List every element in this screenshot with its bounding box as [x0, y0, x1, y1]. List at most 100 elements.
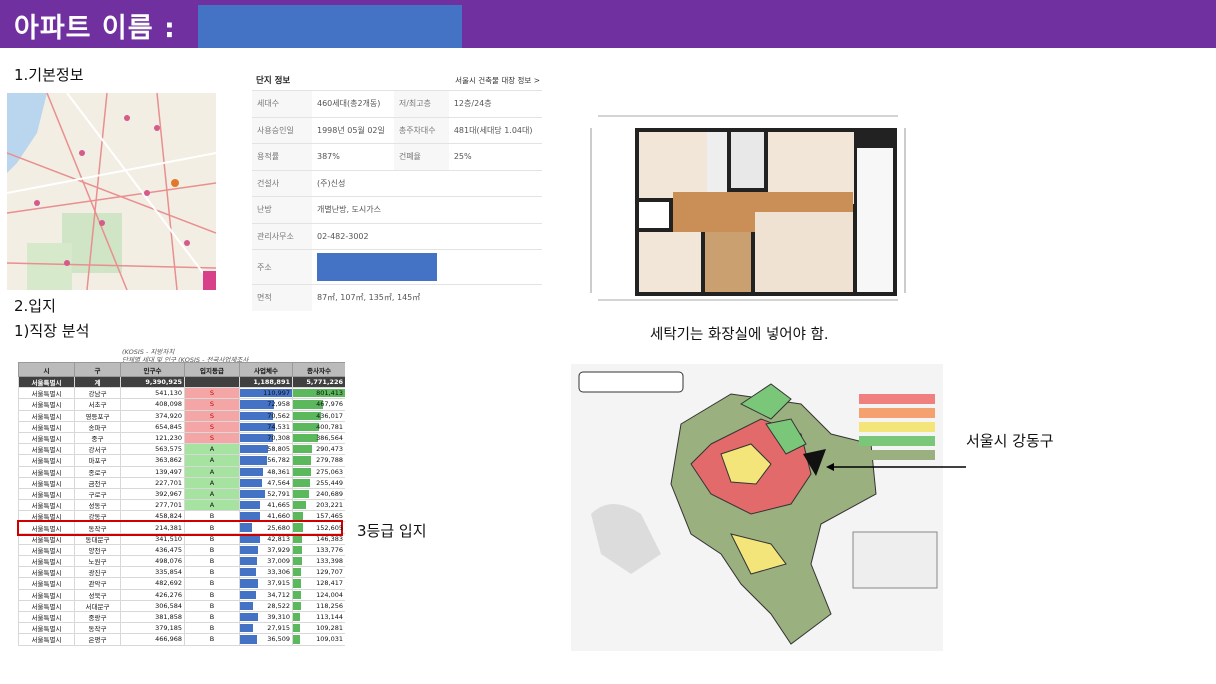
cell-text: 서울특별시 — [31, 513, 62, 522]
employee-count-bar — [293, 501, 307, 510]
cell-text: 서울특별시 — [31, 636, 62, 645]
cell-text: 374,920 — [155, 411, 182, 420]
column-header: 시 — [18, 362, 75, 377]
table-cell: 중구 — [74, 431, 121, 445]
table-cell: 구로구 — [74, 487, 121, 501]
info-key: 건설사 — [252, 169, 312, 197]
cell-text: B — [209, 534, 215, 543]
column-header: 입지등급 — [184, 362, 240, 377]
employee-count-bar — [293, 624, 301, 633]
cell-text: 37,009 — [267, 557, 290, 566]
table-cell: 255,449 — [292, 476, 345, 489]
table-cell: 408,098 — [120, 398, 185, 411]
cell-text: B — [209, 601, 215, 610]
cell-text: 금천구 — [88, 479, 107, 488]
address-value — [312, 249, 542, 285]
business-count-bar — [240, 478, 263, 487]
cell-text: 서울특별시 — [31, 401, 62, 410]
cell-text: 563,575 — [155, 445, 182, 454]
employee-count-bar — [293, 433, 319, 443]
table-cell: 서울특별시 — [18, 409, 75, 422]
table-body: 서울특별시 계 9,390,925 1,188,891 5,771,226 서울특별시 강남… — [18, 375, 345, 646]
cell-text: 서울특별시 — [31, 479, 62, 488]
table-cell: 서울특별시 — [18, 375, 75, 389]
cell-text: 400,781 — [316, 422, 343, 431]
table-cell: 379,185 — [120, 622, 185, 635]
employee-count-bar — [293, 601, 301, 610]
table-cell: 41,665 — [239, 499, 293, 512]
table-row: 서울특별시 중구 121,230 S 70,308 386,564 — [18, 431, 345, 445]
table-cell: 마포구 — [74, 454, 121, 467]
table-cell: 계 — [74, 375, 121, 389]
table-row: 서울특별시 금천구 227,701 A 47,564 255,449 — [18, 476, 345, 489]
column-header: 구 — [74, 362, 121, 377]
cell-text: 436,017 — [316, 411, 343, 420]
employee-count-bar — [293, 635, 301, 644]
cell-text: 37,929 — [267, 545, 290, 554]
business-count-bar — [240, 635, 258, 644]
table-cell: 110,997 — [239, 387, 293, 400]
cell-text: 서울특별시 — [31, 625, 62, 634]
table-cell: 47,564 — [239, 476, 293, 489]
cell-text: 서울특별시 — [31, 390, 62, 399]
cell-text: 강서구 — [88, 446, 107, 455]
title-bar — [0, 0, 1216, 48]
cell-text: 74,531 — [267, 422, 290, 431]
table-row: 서울특별시 영등포구 374,920 S 70,562 436,017 — [18, 409, 345, 422]
cell-text: 255,449 — [316, 478, 343, 487]
table-cell: 27,915 — [239, 622, 293, 635]
info-value: 387% — [312, 143, 394, 170]
table-cell: 801,413 — [292, 387, 345, 400]
job-analysis-table: 시 구 인구수 입지등급 사업체수 종사자수 서울특별시 계 9,390,925 1,188,8… — [18, 362, 345, 646]
employee-count-bar — [293, 456, 312, 465]
cell-text: B — [209, 557, 215, 566]
cell-text: 42,813 — [267, 534, 290, 543]
table-cell: S — [184, 387, 240, 400]
table-cell: 서울특별시 — [18, 554, 75, 568]
table-cell: 306,584 — [120, 599, 185, 612]
cell-text: 광진구 — [88, 569, 107, 578]
table-cell: A — [184, 465, 240, 478]
table-row: 난방 개별난방, 도시가스 — [252, 196, 542, 223]
cell-text: 27,915 — [267, 624, 290, 633]
employee-count-bar — [293, 478, 310, 487]
table-cell: 70,562 — [239, 409, 293, 422]
cell-text: 종로구 — [88, 468, 107, 477]
table-cell: A — [184, 487, 240, 501]
table-cell: 서울특별시 — [18, 487, 75, 501]
table-cell: 227,701 — [120, 476, 185, 489]
cell-text: 392,967 — [155, 489, 182, 498]
column-header: 사업체수 — [239, 362, 293, 377]
cell-text: 110,997 — [263, 389, 290, 398]
cell-text: 서울특별시 — [31, 412, 62, 421]
table-cell: 363,862 — [120, 454, 185, 467]
cell-text: 290,473 — [316, 445, 343, 454]
table-row: 서울특별시 성북구 426,276 B 34,712 124,004 — [18, 588, 345, 601]
employee-count-bar — [293, 445, 312, 454]
table-cell: 400,781 — [292, 420, 345, 433]
table-cell: 58,805 — [239, 443, 293, 456]
info-value: 481대(세대당 1.04대) — [448, 116, 542, 144]
cell-text: 146,383 — [316, 534, 343, 543]
table-row: 서울특별시 은평구 466,968 B 36,509 109,031 — [18, 633, 345, 646]
employee-count-bar — [293, 467, 311, 476]
table-cell: 275,063 — [292, 465, 345, 478]
cell-text: 성북구 — [88, 591, 107, 600]
table-cell: 121,230 — [120, 431, 185, 445]
table-cell: 금천구 — [74, 476, 121, 489]
cell-text: B — [209, 635, 215, 644]
building-register-link[interactable]: 서울시 건축물 대장 정보 > — [455, 75, 540, 86]
table-row: 서울특별시 관악구 482,692 B 37,915 128,417 — [18, 577, 345, 590]
cell-text: 124,004 — [316, 590, 343, 599]
cell-text: 37,915 — [267, 579, 290, 588]
cell-text: 서울특별시 — [31, 580, 62, 589]
table-cell: 서울특별시 — [18, 387, 75, 400]
table-cell: 482,692 — [120, 577, 185, 590]
cell-text: 서울특별시 — [31, 558, 62, 567]
table-cell: 133,398 — [292, 554, 345, 568]
table-row: 면적 87㎡, 107㎡, 135㎡, 145㎡ — [252, 284, 542, 311]
cell-text: 467,976 — [316, 400, 343, 409]
address-placeholder — [317, 253, 437, 281]
table-cell: 118,256 — [292, 599, 345, 612]
table-row: 주소 — [252, 249, 542, 285]
